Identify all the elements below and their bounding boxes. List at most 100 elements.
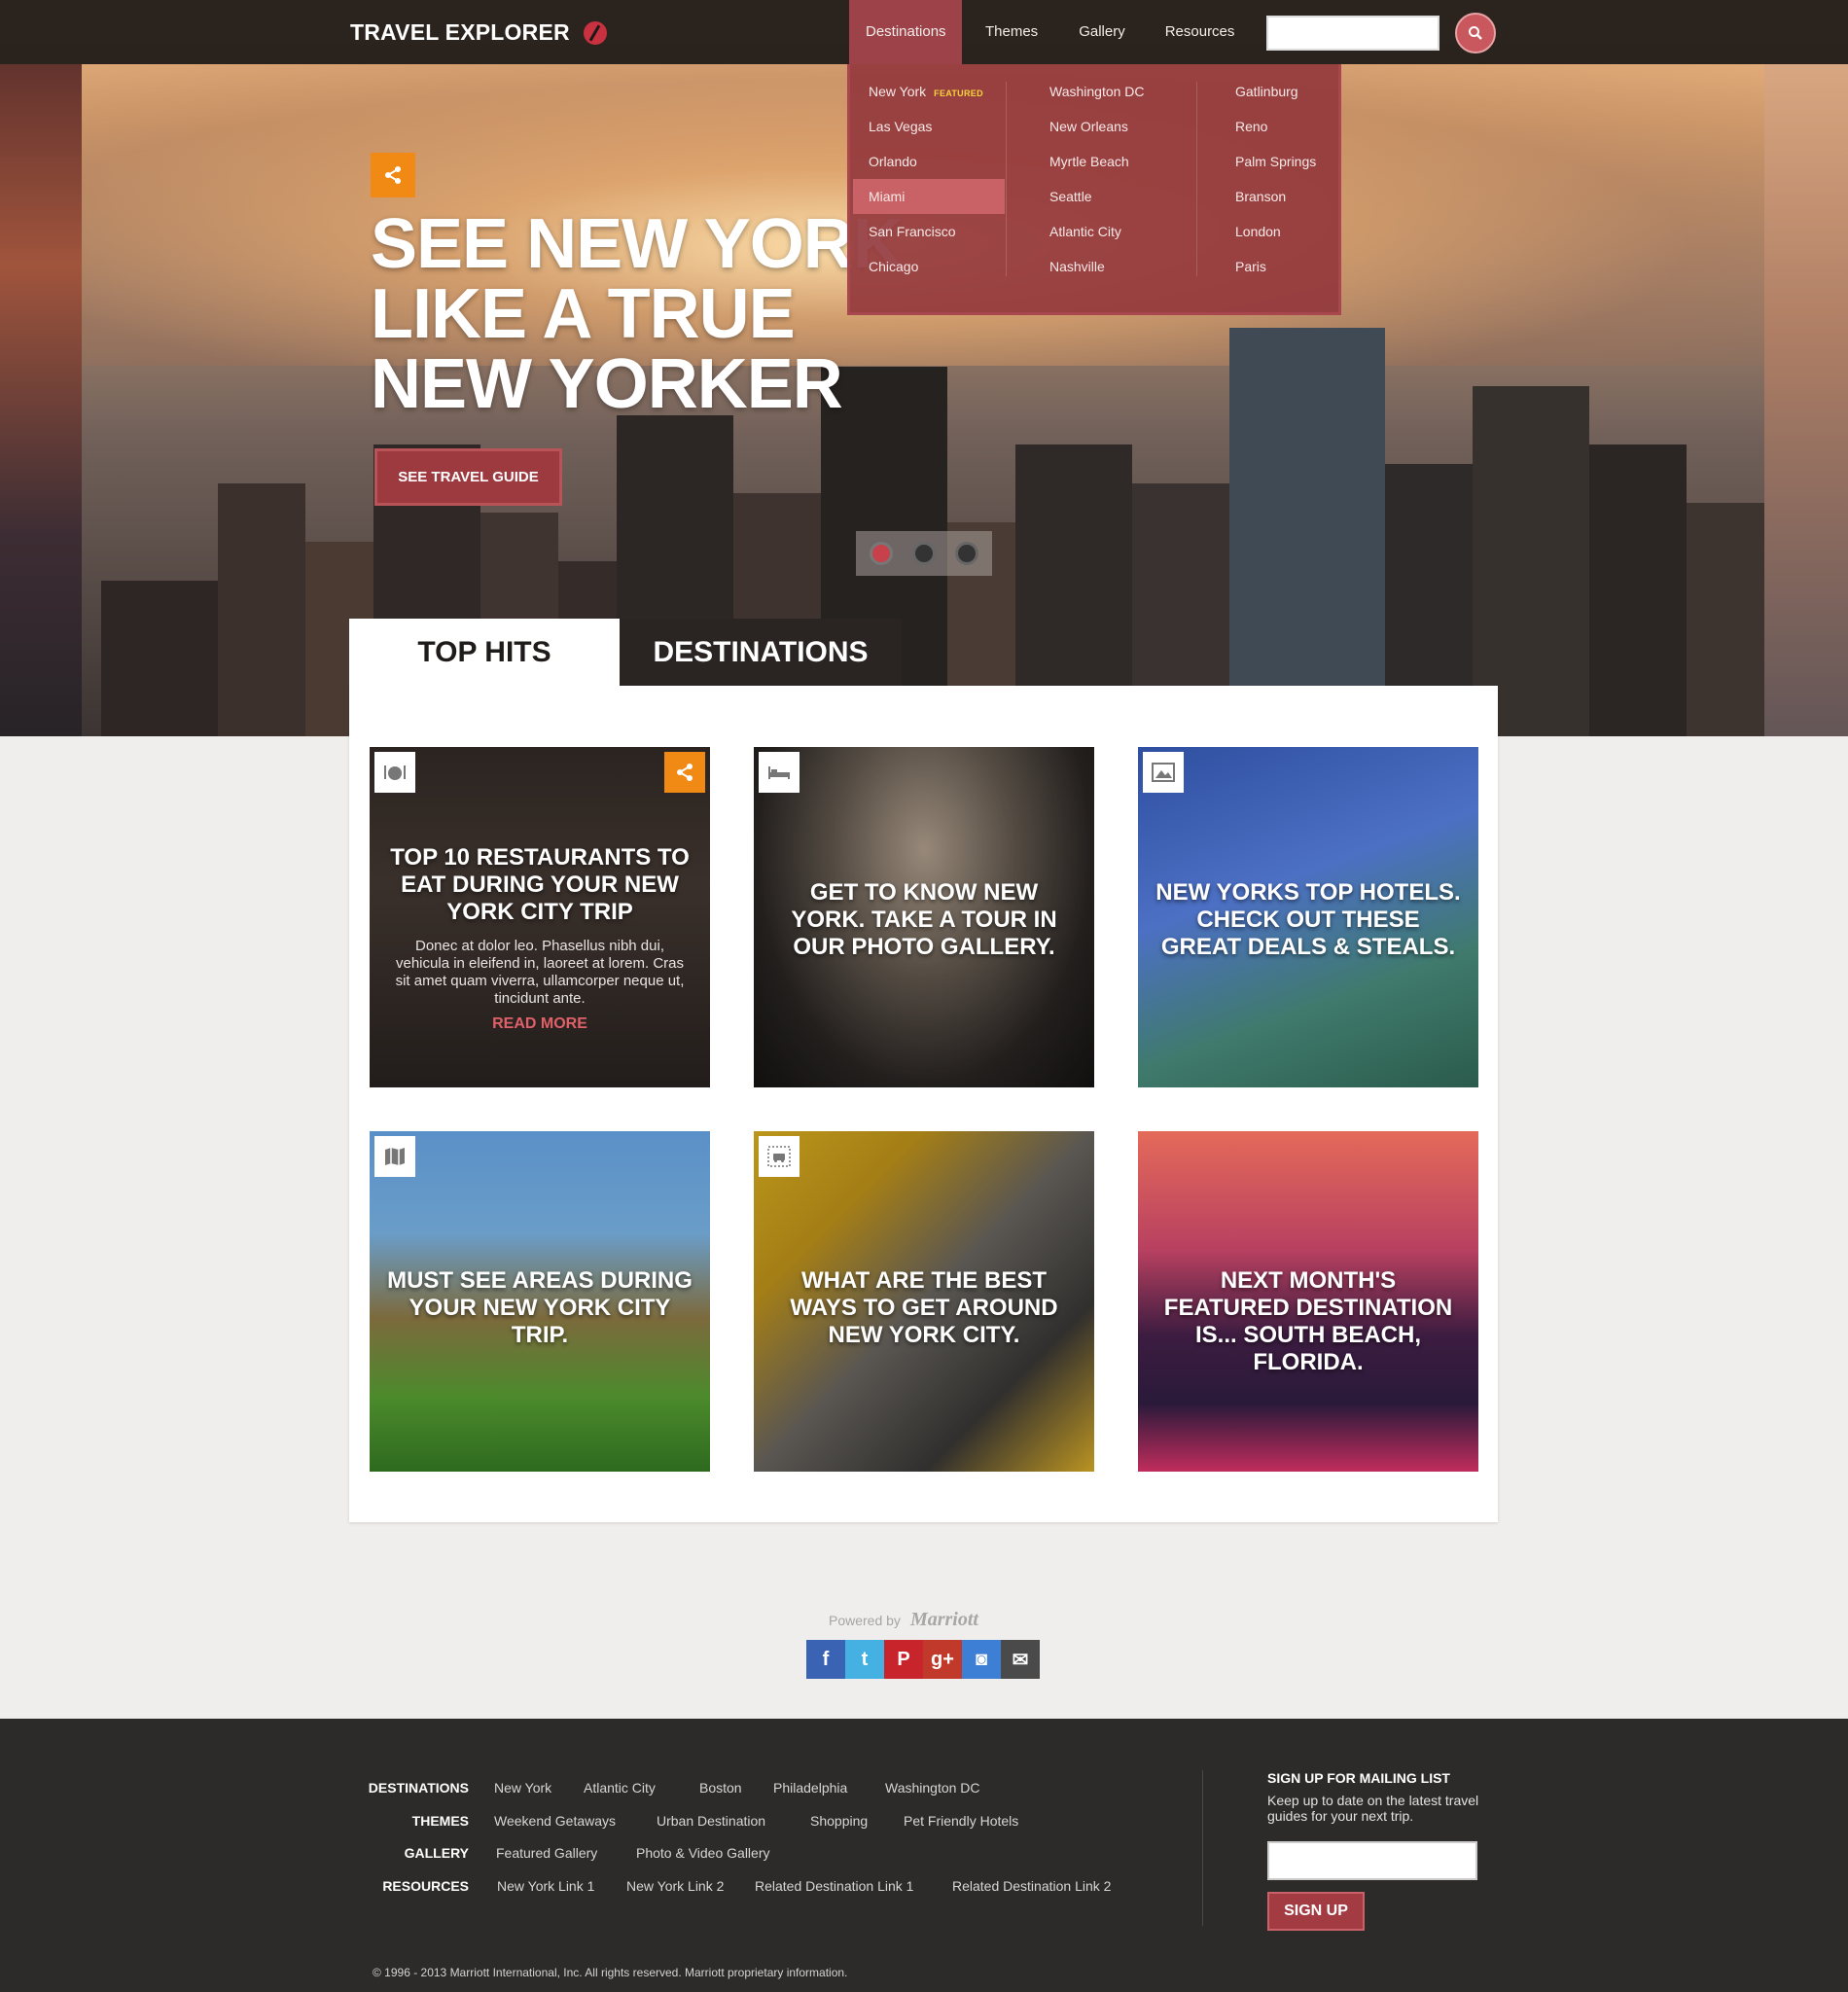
dropdown-item-washington-dc[interactable]: Washington DC xyxy=(1034,74,1207,109)
instagram-icon[interactable]: ◙ xyxy=(962,1640,1001,1679)
dropdown-column: Washington DC New Orleans Myrtle Beach S… xyxy=(1034,74,1207,284)
facebook-icon[interactable]: f xyxy=(806,1640,845,1679)
site-footer xyxy=(0,1719,1848,1992)
footer-link[interactable]: Featured Gallery xyxy=(496,1845,597,1861)
article-card[interactable]: NEXT MONTH'S FEATURED DESTINATION IS... … xyxy=(1138,1131,1478,1472)
read-more-link[interactable]: READ MORE xyxy=(370,1015,710,1033)
dropdown-item-reno[interactable]: Reno xyxy=(1220,109,1344,144)
dropdown-item-seattle[interactable]: Seattle xyxy=(1034,179,1207,214)
footer-section-label[interactable]: DESTINATIONS xyxy=(348,1780,469,1796)
footer-link[interactable]: Washington DC xyxy=(885,1780,980,1796)
nav-destinations[interactable]: Destinations xyxy=(849,0,962,64)
featured-tag: FEATURED xyxy=(934,89,983,98)
dropdown-item-gatlinburg[interactable]: Gatlinburg xyxy=(1220,74,1344,109)
tab-top-hits[interactable]: TOP HITS xyxy=(349,619,620,686)
dropdown-item-chicago[interactable]: Chicago xyxy=(853,249,1005,284)
brand-mark-icon xyxy=(583,20,607,45)
content-tabs: TOP HITS DESTINATIONS xyxy=(349,619,902,686)
footer-link[interactable]: Boston xyxy=(699,1780,742,1796)
slide-dot[interactable] xyxy=(955,542,978,565)
skyline-building xyxy=(1229,328,1385,736)
article-card[interactable]: WHAT ARE THE BEST WAYS TO GET AROUND NEW… xyxy=(754,1131,1094,1472)
dropdown-item-miami[interactable]: Miami xyxy=(853,179,1005,214)
article-card[interactable]: MUST SEE AREAS DURING YOUR NEW YORK CITY… xyxy=(370,1131,710,1472)
dropdown-item-myrtle-beach[interactable]: Myrtle Beach xyxy=(1034,144,1207,179)
hero-title-line: LIKE A TRUE xyxy=(371,275,796,353)
slide-dot[interactable] xyxy=(912,542,936,565)
card-title: GET TO KNOW NEW YORK. TAKE A TOUR IN OUR… xyxy=(791,879,1057,960)
footer-link[interactable]: Weekend Getaways xyxy=(494,1813,616,1829)
footer-section-label[interactable]: THEMES xyxy=(348,1813,469,1829)
skyline-building xyxy=(218,483,305,736)
restaurant-icon xyxy=(374,752,415,793)
mailing-email-input[interactable] xyxy=(1267,1841,1477,1880)
nav-resources[interactable]: Resources xyxy=(1149,0,1252,64)
card-share-button[interactable] xyxy=(664,752,705,793)
email-icon[interactable]: ✉ xyxy=(1001,1640,1040,1679)
hero-side-image-right xyxy=(1764,64,1848,736)
footer-link[interactable]: Shopping xyxy=(810,1813,868,1829)
logo-text: TRAVEL EXPLORER xyxy=(350,19,570,45)
card-title: TOP 10 RESTAURANTS TO EAT DURING YOUR NE… xyxy=(390,844,690,925)
powered-by: Powered by Marriott xyxy=(829,1609,978,1631)
footer-link[interactable]: Photo & Video Gallery xyxy=(636,1845,770,1861)
hero-share-button[interactable] xyxy=(371,153,415,197)
card-title: NEW YORKS TOP HOTELS. CHECK OUT THESE GR… xyxy=(1155,879,1461,960)
marriott-logo[interactable]: Marriott xyxy=(910,1609,978,1631)
slider-pagination xyxy=(856,531,992,576)
footer-link[interactable]: New York Link 2 xyxy=(626,1878,724,1894)
tab-destinations[interactable]: DESTINATIONS xyxy=(620,619,902,686)
dropdown-item-san-francisco[interactable]: San Francisco xyxy=(853,214,1005,249)
nav-gallery[interactable]: Gallery xyxy=(1062,0,1142,64)
dropdown-divider xyxy=(1006,82,1007,276)
site-logo[interactable]: TRAVEL EXPLORER xyxy=(350,19,607,46)
footer-link[interactable]: Pet Friendly Hotels xyxy=(904,1813,1018,1829)
dropdown-item-paris[interactable]: Paris xyxy=(1220,249,1344,284)
search-icon xyxy=(1469,26,1482,40)
google-plus-icon[interactable]: g+ xyxy=(923,1640,962,1679)
twitter-icon[interactable]: t xyxy=(845,1640,884,1679)
destinations-dropdown: New York FEATURED Las Vegas Orlando Miami… xyxy=(847,64,1341,315)
card-title: WHAT ARE THE BEST WAYS TO GET AROUND NEW… xyxy=(790,1267,1058,1348)
search-button[interactable] xyxy=(1455,13,1496,53)
footer-link[interactable]: Philadelphia xyxy=(773,1780,847,1796)
dropdown-item-new-york[interactable]: New York FEATURED xyxy=(853,74,1005,109)
dropdown-column: Gatlinburg Reno Palm Springs Branson Lon… xyxy=(1220,74,1344,284)
share-icon xyxy=(677,764,693,781)
article-card[interactable]: GET TO KNOW NEW YORK. TAKE A TOUR IN OUR… xyxy=(754,747,1094,1087)
footer-section-label[interactable]: GALLERY xyxy=(348,1845,469,1861)
dropdown-item-new-orleans[interactable]: New Orleans xyxy=(1034,109,1207,144)
footer-link[interactable]: Urban Destination xyxy=(657,1813,765,1829)
footer-link[interactable]: Atlantic City xyxy=(584,1780,656,1796)
dropdown-item-orlando[interactable]: Orlando xyxy=(853,144,1005,179)
footer-link[interactable]: New York xyxy=(494,1780,551,1796)
footer-divider xyxy=(1202,1770,1203,1926)
hotel-bed-icon xyxy=(759,752,800,793)
article-card[interactable]: TOP 10 RESTAURANTS TO EAT DURING YOUR NE… xyxy=(370,747,710,1087)
top-navigation-bar: TRAVEL EXPLORER Destinations Themes Gall… xyxy=(0,0,1848,64)
slide-dot[interactable] xyxy=(870,542,893,565)
search-input[interactable] xyxy=(1266,16,1439,51)
see-travel-guide-button[interactable]: SEE TRAVEL GUIDE xyxy=(374,448,562,506)
main-nav: Destinations Themes Gallery Resources xyxy=(849,0,1251,64)
car-icon xyxy=(759,1136,800,1177)
skyline-building xyxy=(101,581,218,736)
hero-title-line: SEE NEW YORK xyxy=(371,205,904,283)
footer-link[interactable]: Related Destination Link 1 xyxy=(755,1878,913,1894)
skyline-building xyxy=(1473,386,1589,736)
mailing-list-title: SIGN UP FOR MAILING LIST xyxy=(1267,1770,1450,1786)
dropdown-item-london[interactable]: London xyxy=(1220,214,1344,249)
footer-link[interactable]: Related Destination Link 2 xyxy=(952,1878,1111,1894)
dropdown-item-atlantic-city[interactable]: Atlantic City xyxy=(1034,214,1207,249)
pinterest-icon[interactable]: P xyxy=(884,1640,923,1679)
article-card[interactable]: NEW YORKS TOP HOTELS. CHECK OUT THESE GR… xyxy=(1138,747,1478,1087)
sign-up-button[interactable]: SIGN UP xyxy=(1267,1892,1365,1931)
dropdown-item-branson[interactable]: Branson xyxy=(1220,179,1344,214)
dropdown-item-label: New York xyxy=(869,84,927,99)
dropdown-item-nashville[interactable]: Nashville xyxy=(1034,249,1207,284)
footer-section-label[interactable]: RESOURCES xyxy=(348,1878,469,1894)
nav-themes[interactable]: Themes xyxy=(969,0,1054,64)
footer-link[interactable]: New York Link 1 xyxy=(497,1878,594,1894)
dropdown-item-palm-springs[interactable]: Palm Springs xyxy=(1220,144,1344,179)
dropdown-item-las-vegas[interactable]: Las Vegas xyxy=(853,109,1005,144)
